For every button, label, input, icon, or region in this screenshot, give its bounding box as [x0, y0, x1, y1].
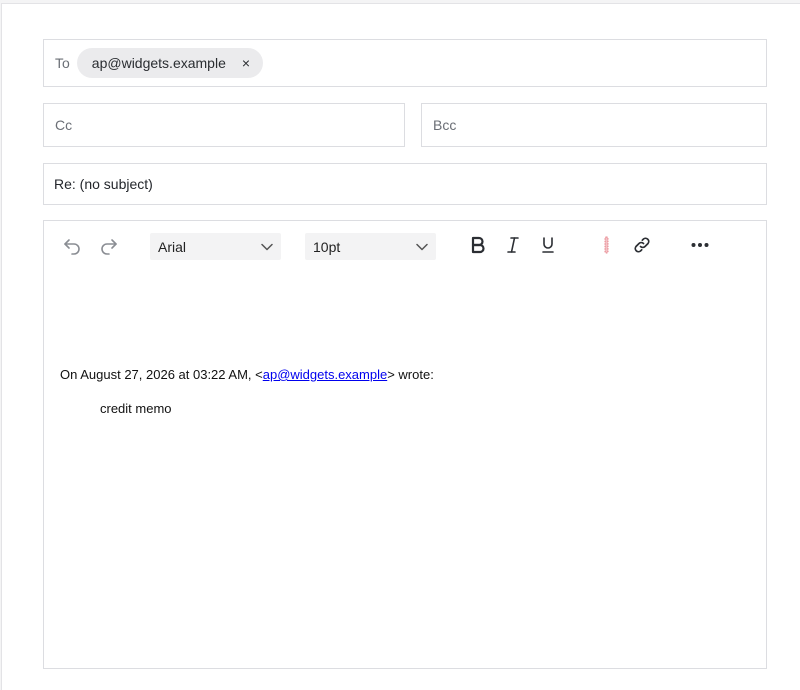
to-field[interactable]: To ap@widgets.example ×	[43, 39, 767, 87]
quote-sender-link[interactable]: ap@widgets.example	[263, 367, 387, 382]
editor-toolbar: Arial 10pt	[44, 221, 766, 273]
cc-field[interactable]: Cc	[43, 103, 405, 147]
bcc-field[interactable]: Bcc	[421, 103, 767, 147]
text-color-icon	[604, 236, 609, 254]
redo-button[interactable]	[97, 233, 121, 257]
more-options-button[interactable]	[688, 233, 712, 257]
undo-icon	[64, 239, 80, 255]
quote-header: On August 27, 2026 at 03:22 AM, <ap@widg…	[60, 367, 434, 382]
font-family-select[interactable]: Arial	[150, 233, 281, 260]
quote-header-prefix: On August 27, 2026 at 03:22 AM, <	[60, 367, 263, 382]
underline-icon	[542, 237, 554, 253]
text-color-button[interactable]	[595, 233, 619, 257]
link-icon	[634, 237, 650, 253]
compose-panel: To ap@widgets.example × Cc Bcc Re: (no s…	[1, 3, 800, 690]
subject-value: Re: (no subject)	[54, 176, 153, 192]
quote-header-suffix: > wrote:	[387, 367, 434, 382]
message-editor[interactable]: Arial 10pt On August 27, 2026 at 03:22 A…	[43, 220, 767, 669]
link-button[interactable]	[630, 233, 654, 257]
font-family-value: Arial	[158, 238, 187, 255]
bcc-placeholder: Bcc	[433, 117, 457, 133]
bold-button[interactable]	[466, 233, 490, 257]
underline-button[interactable]	[536, 233, 560, 257]
quoted-text: credit memo	[100, 401, 172, 416]
undo-button[interactable]	[60, 233, 84, 257]
to-label: To	[55, 55, 70, 71]
recipient-email: ap@widgets.example	[91, 55, 226, 71]
font-size-value: 10pt	[313, 238, 341, 255]
remove-recipient-icon[interactable]: ×	[242, 56, 250, 70]
italic-button[interactable]	[501, 233, 525, 257]
redo-icon	[101, 239, 117, 255]
italic-icon	[507, 237, 519, 253]
chevron-down-icon	[261, 243, 273, 250]
font-size-select[interactable]: 10pt	[305, 233, 436, 260]
bold-icon	[471, 236, 485, 254]
chevron-down-icon	[416, 243, 428, 250]
recipient-chip[interactable]: ap@widgets.example ×	[76, 48, 264, 78]
more-icon	[691, 243, 709, 247]
subject-field[interactable]: Re: (no subject)	[43, 163, 767, 205]
cc-placeholder: Cc	[55, 117, 73, 133]
